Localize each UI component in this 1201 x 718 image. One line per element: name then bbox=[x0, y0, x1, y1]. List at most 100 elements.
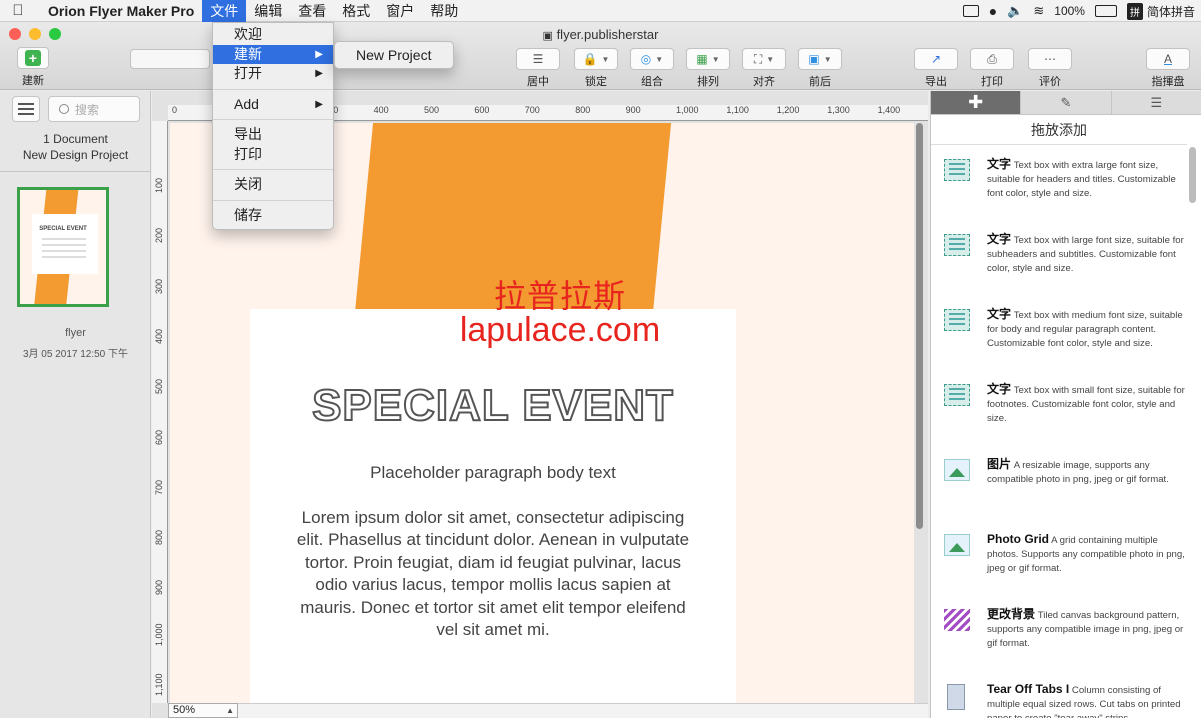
scrollbar-thumb[interactable] bbox=[916, 123, 923, 529]
group-button[interactable]: ◎ ▼ 组合 bbox=[622, 48, 682, 89]
horizontal-scrollbar[interactable] bbox=[238, 703, 928, 718]
apple-icon[interactable]:  bbox=[0, 2, 36, 19]
list-icon bbox=[18, 103, 34, 105]
ruler-tick-label: 400 bbox=[373, 105, 389, 115]
list-icon-line bbox=[18, 108, 34, 110]
menu-item-save[interactable]: 储存 bbox=[213, 206, 333, 226]
volume-icon[interactable]: 🔈 bbox=[1007, 3, 1023, 19]
list-item-image[interactable]: 图片 A resizable image, supports any compa… bbox=[931, 447, 1187, 522]
qq-icon[interactable]: ● bbox=[989, 3, 997, 19]
layer-order-icon: ▣ ▼ bbox=[798, 48, 842, 70]
font-panel-button[interactable]: A 指揮盘 bbox=[1138, 48, 1198, 89]
layer-order-button[interactable]: ▣ ▼ 前后 bbox=[790, 48, 850, 89]
thumb-line bbox=[42, 244, 86, 246]
new-button[interactable]: + 建新 bbox=[3, 47, 63, 88]
battery-percent[interactable]: 100% bbox=[1054, 4, 1085, 18]
center-button[interactable]: ☰ 居中 bbox=[508, 48, 568, 89]
list-item-text-medium[interactable]: 文字 Text box with medium font size, suita… bbox=[931, 297, 1187, 372]
divider bbox=[0, 171, 150, 172]
ruler-tick-label: 800 bbox=[154, 530, 164, 546]
review-icon: ⋯ bbox=[1028, 48, 1072, 70]
layer-order-label: 前后 bbox=[809, 76, 831, 88]
list-view-button[interactable] bbox=[12, 96, 40, 122]
wifi-icon[interactable]: ≋ bbox=[1033, 3, 1044, 19]
lock-button[interactable]: 🔒 ▼ 锁定 bbox=[566, 48, 626, 89]
menu-item-label: 储存 bbox=[234, 206, 262, 223]
menu-item-close[interactable]: 关闭 bbox=[213, 175, 333, 195]
vertical-scrollbar[interactable] bbox=[916, 123, 924, 703]
thumb-title: SPECIAL EVENT bbox=[39, 226, 87, 232]
list-item-text-small[interactable]: 文字 Text box with small font size, suitab… bbox=[931, 372, 1187, 447]
document-sidebar: 搜索 1 Document New Design Project SPECIAL… bbox=[0, 91, 151, 718]
background-pattern-icon bbox=[944, 609, 970, 631]
battery-icon[interactable] bbox=[1094, 5, 1117, 17]
menu-item-export[interactable]: 导出 bbox=[213, 125, 333, 145]
item-text: Tear Off Tabs I Column consisting of mul… bbox=[987, 682, 1187, 718]
font-panel-label: 指揮盘 bbox=[1151, 76, 1185, 88]
tab-list[interactable]: ☰ bbox=[1112, 91, 1201, 114]
arrange-button[interactable]: ▦ ▼ 排列 bbox=[678, 48, 738, 89]
tab-add[interactable]: ✚ bbox=[931, 91, 1022, 114]
ruler-tick-label: 500 bbox=[424, 105, 440, 115]
menu-view[interactable]: 查看 bbox=[290, 0, 334, 22]
list-item-text-xl[interactable]: 文字 Text box with extra large font size, … bbox=[931, 147, 1187, 222]
event-title-text[interactable]: SPECIAL EVENT bbox=[250, 380, 736, 431]
ruler-tick-label: 500 bbox=[154, 379, 164, 395]
item-title: 文字 bbox=[987, 382, 1012, 396]
lock-label: 锁定 bbox=[585, 76, 607, 88]
export-button[interactable]: ↗ 导出 bbox=[906, 48, 966, 89]
menu-item-new-project[interactable]: New Project bbox=[356, 47, 431, 63]
menu-window[interactable]: 窗户 bbox=[378, 0, 422, 22]
new-button-label: 建新 bbox=[22, 75, 44, 87]
menu-item-print[interactable]: 打印 bbox=[213, 145, 333, 165]
airplay-icon[interactable] bbox=[962, 5, 979, 17]
item-text: Photo Grid A grid containing multiple ph… bbox=[987, 532, 1187, 576]
menu-item-add[interactable]: Add ▶ bbox=[213, 95, 333, 115]
print-icon: ⎙ bbox=[970, 48, 1014, 70]
ruler-tick-label: 900 bbox=[625, 105, 641, 115]
list-item-tear-off-tabs[interactable]: Tear Off Tabs I Column consisting of mul… bbox=[931, 672, 1187, 718]
print-button[interactable]: ⎙ 打印 bbox=[962, 48, 1022, 89]
item-desc: A resizable image, supports any compatib… bbox=[987, 460, 1169, 485]
toolbar-field[interactable] bbox=[130, 49, 210, 69]
input-method[interactable]: 拼简体拼音 bbox=[1126, 2, 1195, 20]
image-icon bbox=[944, 459, 970, 481]
menu-file[interactable]: 文件 bbox=[202, 0, 247, 22]
menu-item-label: 打开 bbox=[234, 65, 262, 81]
white-card-shape[interactable] bbox=[250, 309, 736, 703]
list-item-photo-grid[interactable]: Photo Grid A grid containing multiple ph… bbox=[931, 522, 1187, 597]
list-item-text-large[interactable]: 文字 Text box with large font size, suitab… bbox=[931, 222, 1187, 297]
ruler-tick-label: 700 bbox=[524, 105, 540, 115]
tab-edit[interactable]: ✎ bbox=[1021, 91, 1112, 114]
menu-format[interactable]: 格式 bbox=[334, 0, 378, 22]
item-text: 文字 Text box with large font size, suitab… bbox=[987, 232, 1187, 276]
ruler-tick-label: 600 bbox=[154, 429, 164, 445]
new-submenu[interactable]: New Project bbox=[334, 41, 454, 69]
vertical-ruler: 100 200 300 400 500 600 700 800 900 1,000 1,100 bbox=[152, 121, 168, 703]
menu-edit[interactable]: 编辑 bbox=[246, 0, 290, 22]
menu-item-open[interactable]: 打开 ▶ bbox=[213, 64, 333, 84]
align-button[interactable]: ⛶ ▼ 对齐 bbox=[734, 48, 794, 89]
zoom-select[interactable]: 50% ▲▼ bbox=[168, 703, 238, 718]
text-box-icon bbox=[944, 159, 970, 181]
menu-item-label: 建新 bbox=[234, 45, 262, 62]
photo-grid-icon bbox=[944, 534, 970, 556]
list-item-background[interactable]: 更改背景 Tiled canvas background pattern, su… bbox=[931, 597, 1187, 672]
menu-item-welcome[interactable]: 欢迎 bbox=[213, 25, 333, 45]
menu-item-new[interactable]: 建新 ▶ bbox=[213, 44, 333, 64]
add-icon: + bbox=[25, 50, 41, 66]
search-icon bbox=[59, 104, 69, 114]
window-title-text: flyer.publisherstar bbox=[556, 27, 659, 42]
event-subtitle-text[interactable]: Placeholder paragraph body text bbox=[250, 463, 736, 483]
menu-item-label: 打印 bbox=[234, 145, 262, 162]
panel-scrollbar[interactable] bbox=[1189, 147, 1196, 203]
document-icon: ▣ bbox=[542, 30, 553, 42]
search-field[interactable]: 搜索 bbox=[48, 96, 140, 122]
document-thumbnail[interactable]: SPECIAL EVENT bbox=[17, 187, 109, 307]
menu-help[interactable]: 帮助 bbox=[422, 0, 466, 22]
event-body-text[interactable]: Lorem ipsum dolor sit amet, consectetur … bbox=[290, 507, 696, 641]
app-menu[interactable]: Orion Flyer Maker Pro bbox=[36, 3, 202, 19]
item-text: 文字 Text box with medium font size, suita… bbox=[987, 307, 1187, 351]
review-button[interactable]: ⋯ 评价 bbox=[1020, 48, 1080, 89]
item-desc: Text box with small font size, suitable … bbox=[987, 385, 1185, 424]
